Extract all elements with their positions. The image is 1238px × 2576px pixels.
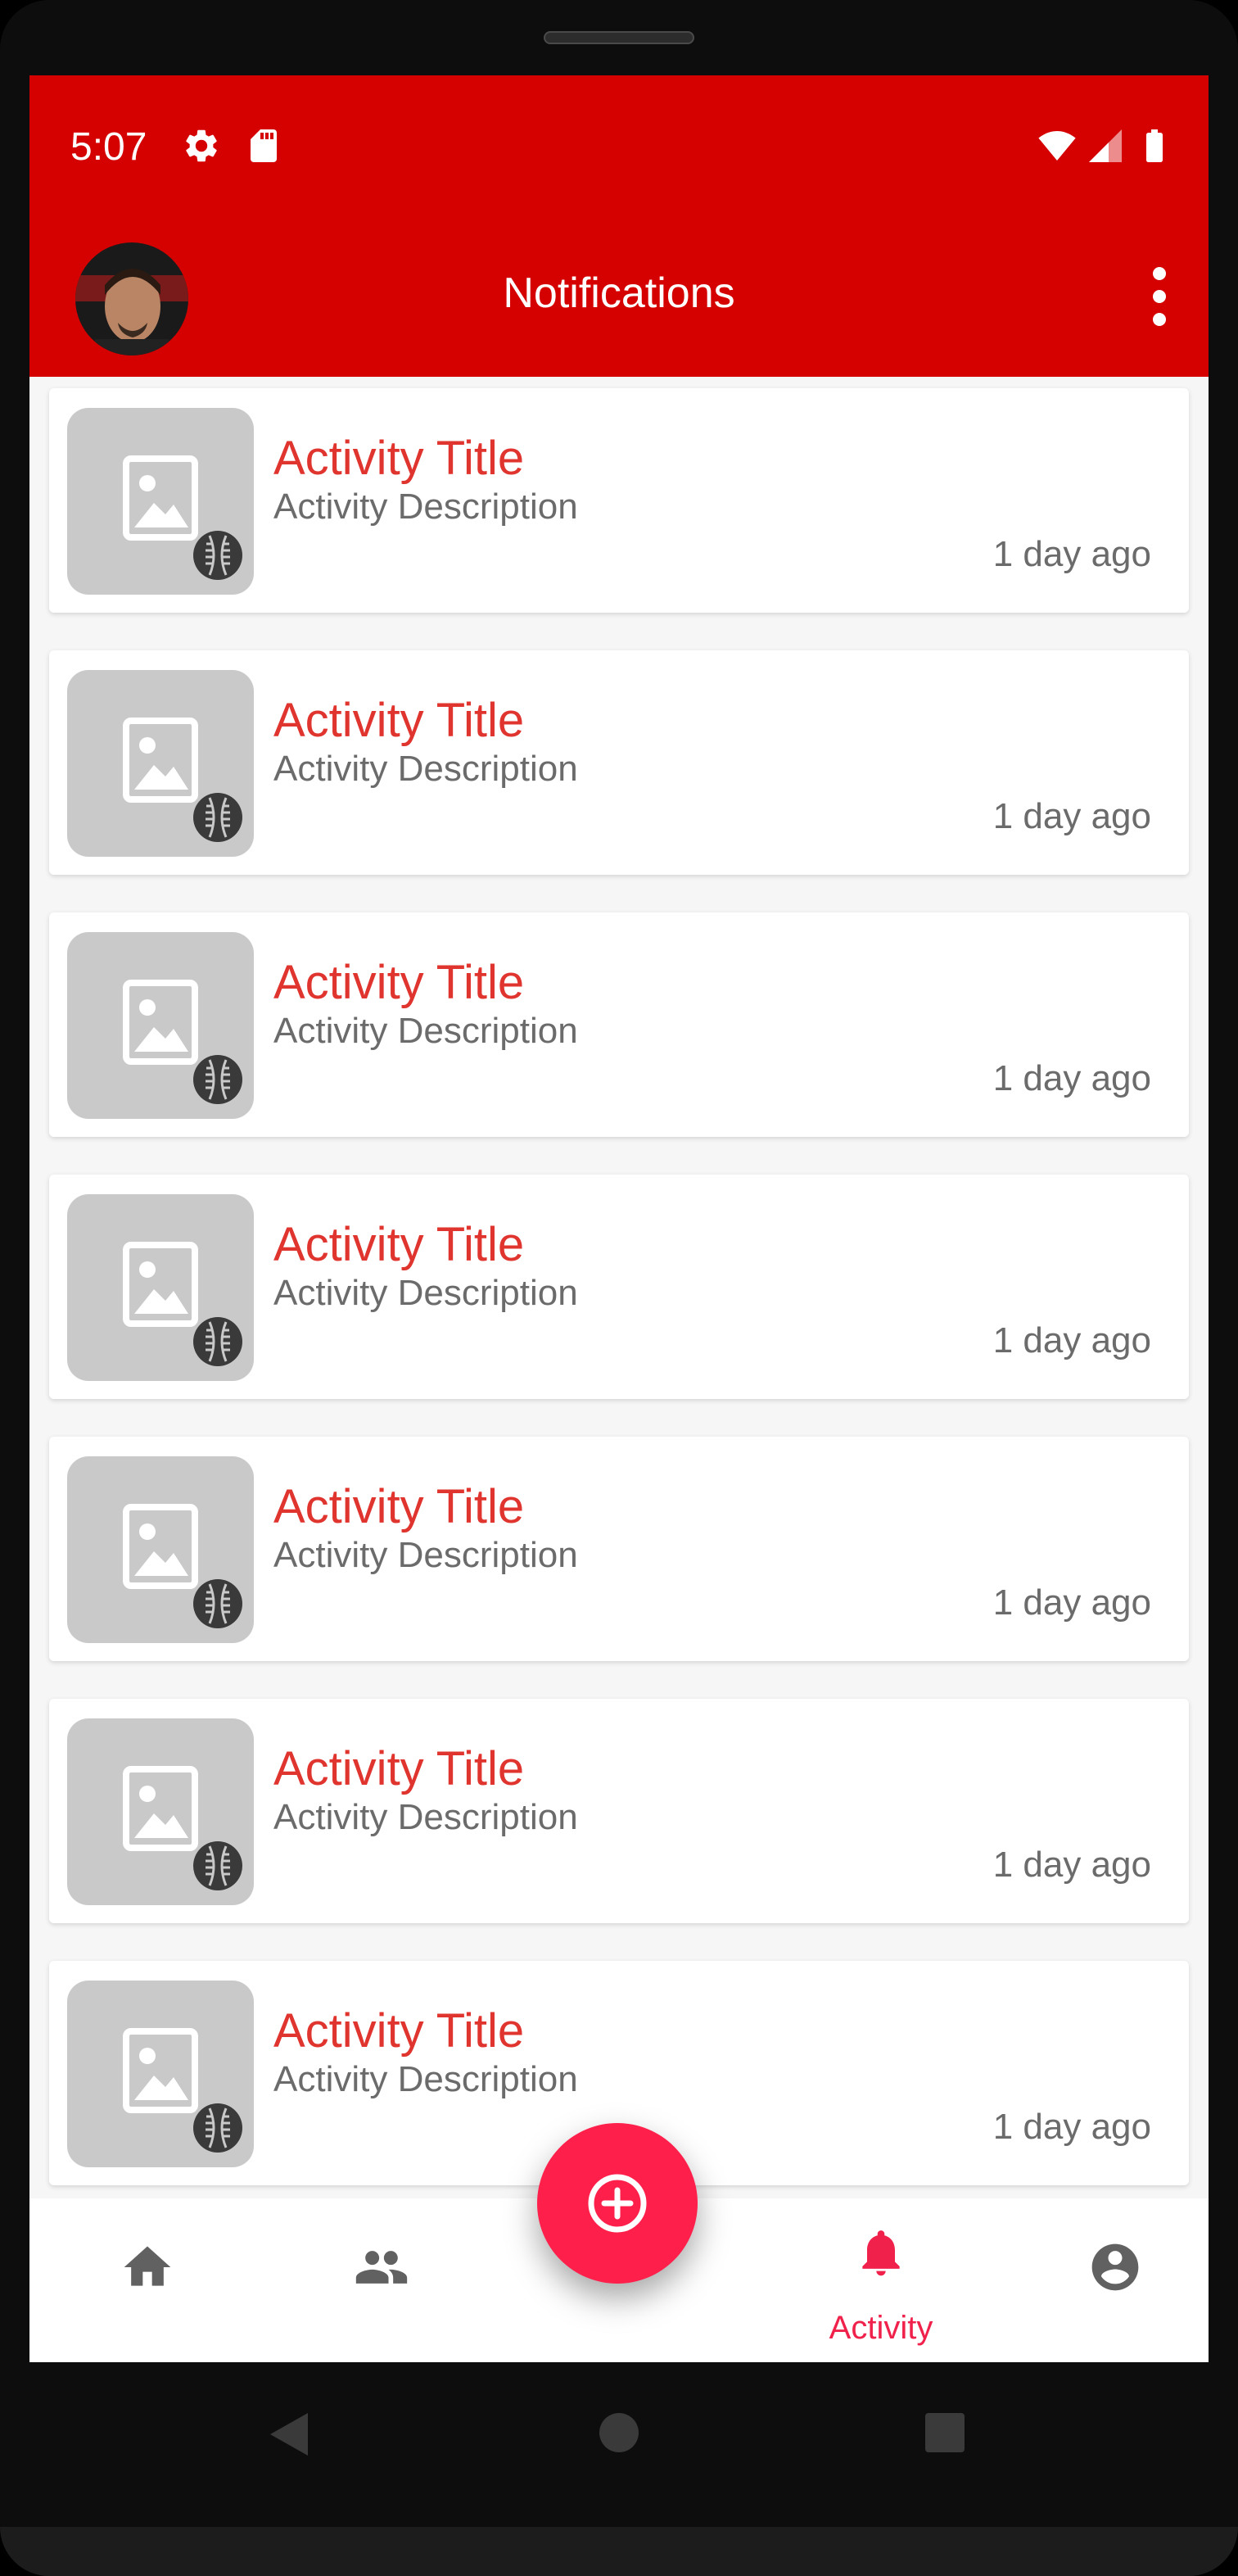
image-placeholder-icon (123, 1242, 198, 1327)
activity-thumbnail (67, 1981, 254, 2167)
image-placeholder-icon (123, 455, 198, 541)
activity-thumbnail (67, 932, 254, 1119)
activity-title: Activity Title (273, 1480, 525, 1533)
activity-title: Activity Title (273, 956, 525, 1009)
image-placeholder-icon (123, 980, 198, 1065)
wifi-icon (1038, 131, 1076, 161)
recents-icon[interactable] (924, 2411, 966, 2454)
back-icon[interactable] (265, 2410, 311, 2459)
baseball-icon (193, 2103, 242, 2153)
more-vert-icon[interactable] (1127, 256, 1192, 337)
bell-icon (862, 2230, 900, 2276)
activity-thumbnail (67, 1194, 254, 1381)
activity-thumbnail (67, 1718, 254, 1905)
people-icon (355, 2251, 408, 2284)
screen: 5:07 Notifications Activity Title Activi… (29, 75, 1209, 2362)
nav-profile[interactable] (1033, 2198, 1197, 2362)
image-placeholder-icon (123, 718, 198, 803)
status-bar: 5:07 (29, 75, 1209, 223)
nav-activity[interactable]: Activity (799, 2198, 963, 2362)
activity-timestamp: 1 day ago (992, 1582, 1151, 1623)
activity-description: Activity Description (273, 2059, 578, 2099)
activity-thumbnail (67, 1456, 254, 1643)
activity-timestamp: 1 day ago (992, 796, 1151, 836)
activity-title: Activity Title (273, 2004, 525, 2058)
home-icon (124, 2246, 171, 2286)
system-navigation-bar (29, 2362, 1209, 2510)
page-title: Notifications (503, 269, 735, 317)
device-bottom-edge (0, 2527, 1238, 2576)
activity-timestamp: 1 day ago (992, 2107, 1151, 2147)
activity-timestamp: 1 day ago (992, 1845, 1151, 1885)
baseball-icon (193, 531, 242, 580)
settings-icon (186, 129, 217, 162)
activity-card[interactable]: Activity Title Activity Description 1 da… (49, 1437, 1189, 1661)
account-circle-icon (1091, 2243, 1139, 2291)
activity-title: Activity Title (273, 694, 525, 747)
activity-card[interactable]: Activity Title Activity Description 1 da… (49, 1699, 1189, 1923)
activity-description: Activity Description (273, 487, 578, 527)
activity-timestamp: 1 day ago (992, 1058, 1151, 1098)
activity-card[interactable]: Activity Title Activity Description 1 da… (49, 650, 1189, 875)
image-placeholder-icon (123, 2028, 198, 2113)
baseball-icon (193, 1841, 242, 1890)
baseball-icon (193, 1055, 242, 1104)
activity-description: Activity Description (273, 1535, 578, 1575)
add-circle-icon (588, 2174, 647, 2233)
activity-card[interactable]: Activity Title Activity Description 1 da… (49, 388, 1189, 613)
home-nav-icon[interactable] (598, 2411, 640, 2454)
activity-description: Activity Description (273, 1797, 578, 1837)
activity-card[interactable]: Activity Title Activity Description 1 da… (49, 912, 1189, 1137)
activity-description: Activity Description (273, 749, 578, 789)
earpiece-speaker (544, 31, 694, 44)
cell-signal-icon (1089, 129, 1122, 162)
image-placeholder-icon (123, 1766, 198, 1851)
activity-thumbnail (67, 670, 254, 857)
baseball-icon (193, 1579, 242, 1628)
activity-timestamp: 1 day ago (992, 534, 1151, 574)
activity-list: Activity Title Activity Description 1 da… (29, 377, 1209, 2252)
image-placeholder-icon (123, 1504, 198, 1589)
add-fab-button[interactable] (537, 2123, 698, 2284)
nav-activity-label: Activity (829, 2310, 933, 2346)
activity-title: Activity Title (273, 1742, 525, 1795)
activity-description: Activity Description (273, 1273, 578, 1313)
status-time: 5:07 (70, 125, 147, 169)
activity-description: Activity Description (273, 1011, 578, 1051)
activity-thumbnail (67, 408, 254, 595)
nav-home[interactable] (66, 2198, 229, 2362)
activity-card[interactable]: Activity Title Activity Description 1 da… (49, 1175, 1189, 1399)
activity-timestamp: 1 day ago (992, 1320, 1151, 1360)
baseball-icon (193, 1317, 242, 1366)
app-bar: Notifications (29, 223, 1209, 377)
nav-people[interactable] (300, 2198, 463, 2362)
battery-icon (1146, 129, 1163, 162)
activity-title: Activity Title (273, 432, 525, 485)
sd-card-icon (251, 129, 277, 162)
activity-title: Activity Title (273, 1218, 525, 1271)
baseball-icon (193, 793, 242, 842)
